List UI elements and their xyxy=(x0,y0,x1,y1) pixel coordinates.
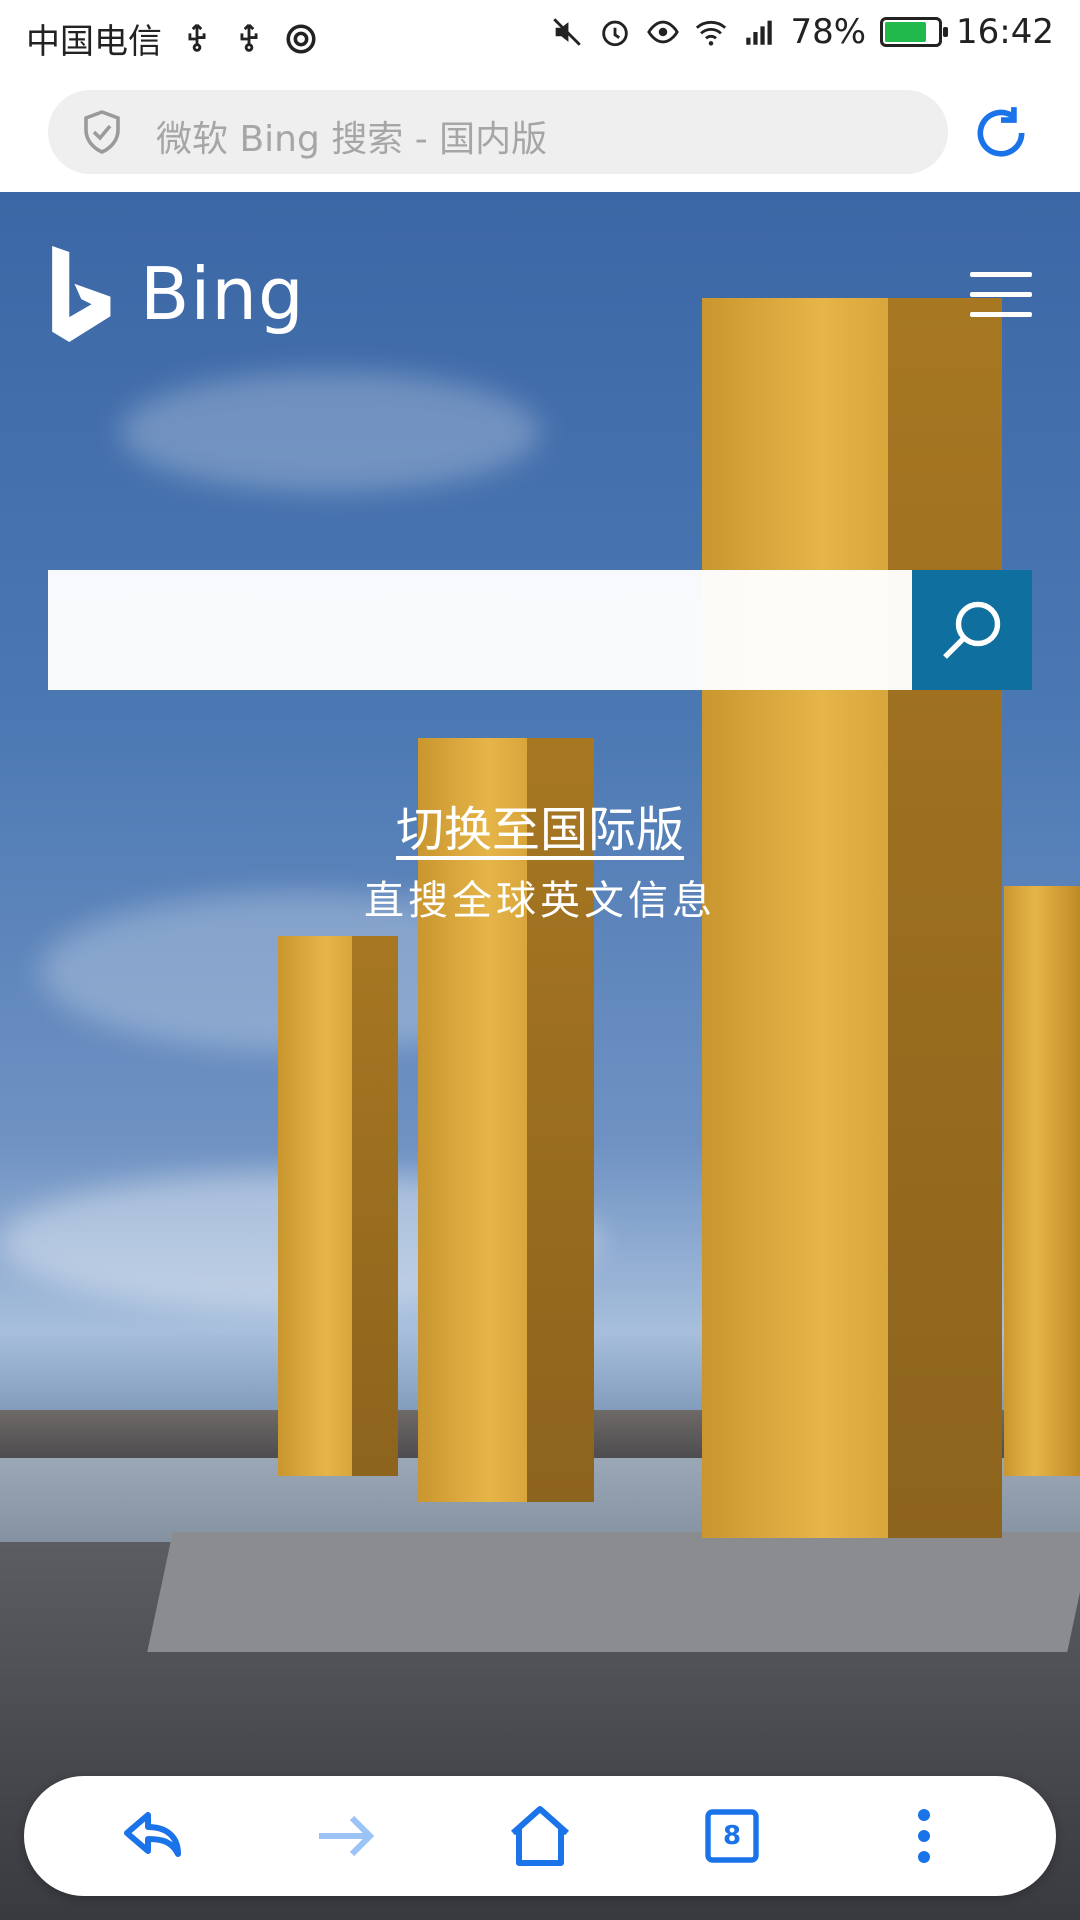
battery-percent: 78% xyxy=(790,12,867,52)
bottom-nav: 8 xyxy=(24,1776,1056,1896)
switch-international-link[interactable]: 切换至国际版 xyxy=(0,790,1080,860)
status-bar: 中国电信 78% 16:42 xyxy=(0,0,1080,76)
reload-icon[interactable] xyxy=(970,102,1032,164)
status-right: 78% 16:42 xyxy=(550,12,1054,52)
shield-icon xyxy=(84,110,120,154)
search-icon xyxy=(943,601,1001,659)
golden-pillar xyxy=(278,936,398,1476)
carrier-name: 中国电信 xyxy=(26,22,162,62)
signal-icon xyxy=(746,20,773,45)
clock: 16:42 xyxy=(956,12,1054,52)
bing-logo[interactable]: Bing xyxy=(48,246,305,342)
mute-icon xyxy=(553,18,582,46)
search-input[interactable] xyxy=(48,570,912,690)
usb-icon xyxy=(188,23,206,52)
url-text: 微软 Bing 搜索 - 国内版 xyxy=(156,119,548,160)
wifi-icon xyxy=(696,20,727,46)
battery-icon xyxy=(880,17,949,47)
cloud xyxy=(120,372,540,492)
usb-icon xyxy=(240,23,258,52)
alarm-icon xyxy=(602,20,629,47)
eye-icon xyxy=(647,20,680,44)
url-field[interactable]: 微软 Bing 搜索 - 国内版 xyxy=(48,90,948,174)
address-bar: 微软 Bing 搜索 - 国内版 xyxy=(0,76,1080,192)
bing-b-icon xyxy=(52,246,111,342)
battery-fill xyxy=(885,22,926,42)
tabs-button[interactable]: 8 xyxy=(696,1800,768,1872)
forward-icon[interactable] xyxy=(310,1800,382,1872)
back-icon[interactable] xyxy=(118,1800,190,1872)
hamburger-menu-icon[interactable] xyxy=(970,272,1032,318)
platform xyxy=(147,1532,1080,1652)
status-left: 中国电信 xyxy=(26,14,318,63)
bing-homepage: Bing 切换至国际版 直搜全球英文信息 xyxy=(0,192,1080,1920)
logo-text: Bing xyxy=(140,252,305,336)
golden-pillar xyxy=(1004,886,1080,1476)
tabs-count: 8 xyxy=(722,1821,742,1851)
more-icon[interactable] xyxy=(888,1800,960,1872)
sync-icon xyxy=(286,23,316,54)
search-button[interactable] xyxy=(912,570,1032,690)
switch-subtitle: 直搜全球英文信息 xyxy=(364,878,716,924)
home-icon[interactable] xyxy=(504,1800,576,1872)
